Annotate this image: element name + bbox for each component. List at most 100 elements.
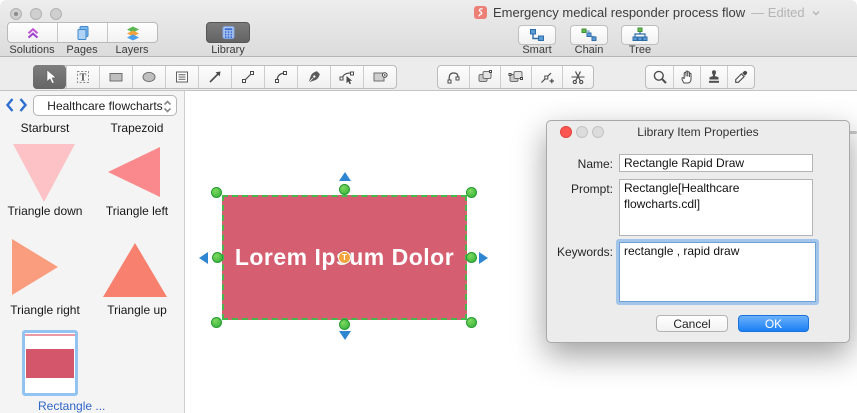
ellipse-tool[interactable]: [132, 66, 165, 88]
library-item-properties-dialog: Library Item Properties Name: Prompt: Re…: [546, 120, 850, 343]
title-dropdown-chevron-icon[interactable]: [811, 9, 821, 17]
back-chevron-icon[interactable]: [4, 94, 16, 116]
svg-text:T: T: [80, 73, 87, 84]
text-control-badge[interactable]: T: [338, 251, 351, 264]
library-icon: [221, 25, 236, 40]
textblock-tool[interactable]: [165, 66, 198, 88]
connect-arrow-up-icon[interactable]: [339, 172, 351, 181]
dialog-titlebar[interactable]: Library Item Properties: [547, 121, 849, 143]
arrow-tool[interactable]: [198, 66, 231, 88]
selection-handle-bottom-left[interactable]: [211, 317, 222, 328]
cancel-button-label: Cancel: [673, 316, 711, 331]
tree-connector-icon: [632, 27, 648, 43]
solutions-label: Solutions: [9, 44, 55, 56]
pages-button[interactable]: [57, 23, 107, 42]
stamp-tool[interactable]: [700, 66, 727, 88]
selection-handle-middle-left[interactable]: [212, 252, 223, 263]
selection-handle-middle-right[interactable]: [466, 252, 477, 263]
layers-label: Layers: [115, 44, 149, 56]
library-item-triangle-left-label[interactable]: Triangle left: [92, 204, 182, 218]
layers-button[interactable]: [107, 23, 157, 42]
selection-handle-top-middle[interactable]: [339, 184, 350, 195]
connect-arrow-down-icon[interactable]: [339, 331, 351, 340]
selection-handle-bottom-right[interactable]: [466, 317, 477, 328]
zoom-tool[interactable]: [646, 66, 673, 88]
library-item-triangle-right[interactable]: [12, 239, 58, 295]
document-icon: [474, 6, 487, 19]
pages-icon: [75, 25, 91, 41]
library-item-triangle-left[interactable]: [108, 147, 160, 197]
add-point-tool[interactable]: [531, 66, 562, 88]
text-tool[interactable]: T: [66, 66, 99, 88]
stencil-dropdown[interactable]: Healthcare flowcharts: [33, 95, 177, 116]
library-item-trapezoid-label[interactable]: Trapezoid: [92, 121, 182, 135]
selection-handle-bottom-middle[interactable]: [339, 319, 350, 330]
library-item-starburst-label[interactable]: Starburst: [0, 121, 90, 135]
prompt-label: Prompt:: [570, 182, 613, 196]
selection-handle-top-right[interactable]: [466, 187, 477, 198]
selection-handle-top-left[interactable]: [211, 187, 222, 198]
spline-tool[interactable]: [438, 66, 469, 88]
solutions-button[interactable]: [8, 23, 57, 42]
window-title-group: Emergency medical responder process flow…: [474, 5, 821, 20]
window-title: Emergency medical responder process flow: [493, 5, 746, 20]
ungroup-tool[interactable]: [500, 66, 531, 88]
dialog-title: Library Item Properties: [637, 125, 759, 139]
smart-connector-icon: [529, 27, 545, 43]
chain-connector-button[interactable]: [570, 25, 608, 45]
ok-button[interactable]: OK: [738, 315, 809, 332]
name-label: Name:: [577, 157, 613, 171]
library-item-triangle-down[interactable]: [13, 144, 75, 202]
library-item-rectangle-selected[interactable]: [22, 330, 78, 396]
rectangle-thumb-outline: [25, 334, 75, 336]
library-panel: Healthcare flowcharts Starburst Trapezoi…: [0, 91, 185, 413]
prompt-field[interactable]: Rectangle[Healthcare flowcharts.cdl]: [619, 179, 813, 236]
tree-connector-button[interactable]: [621, 25, 659, 45]
split-tool[interactable]: [562, 66, 593, 88]
dropdown-stepper-icon: [162, 99, 173, 114]
stencil-dropdown-value: Healthcare flowcharts: [47, 98, 163, 113]
node-edit-tool[interactable]: [330, 66, 363, 88]
library-item-triangle-up[interactable]: [103, 243, 167, 297]
eyedropper-tool[interactable]: [727, 66, 754, 88]
pointer-tool[interactable]: [33, 65, 66, 89]
keywords-field[interactable]: rectangle , rapid draw: [619, 242, 816, 302]
drawing-toolbar: T: [0, 57, 857, 140]
library-item-triangle-down-label[interactable]: Triangle down: [0, 204, 90, 218]
forward-chevron-icon[interactable]: [17, 94, 29, 116]
rectangle-thumb-shape: [26, 349, 74, 378]
titlebar: Solutions Pages Layers Library Emergency…: [0, 0, 857, 57]
library-item-triangle-up-label[interactable]: Triangle up: [92, 303, 182, 317]
smart-connector-button[interactable]: [518, 25, 556, 45]
close-button[interactable]: [10, 8, 22, 20]
library-item-triangle-right-label[interactable]: Triangle right: [0, 303, 90, 317]
connect-arrow-right-icon[interactable]: [479, 252, 488, 264]
app-window: Solutions Pages Layers Library Emergency…: [0, 0, 857, 413]
chain-connector-icon: [581, 27, 597, 43]
group-tool[interactable]: [469, 66, 500, 88]
chain-label: Chain: [574, 44, 604, 56]
arc-tool[interactable]: [264, 66, 297, 88]
connect-arrow-left-icon[interactable]: [199, 252, 208, 264]
window-title-edited: — Edited: [751, 5, 805, 20]
cancel-button[interactable]: Cancel: [656, 315, 728, 332]
rectangle-tool[interactable]: [99, 66, 132, 88]
zoom-window-button[interactable]: [50, 8, 62, 20]
pages-label: Pages: [66, 44, 98, 56]
library-item-rectangle-label[interactable]: Rectangle ...: [38, 399, 105, 413]
pan-tool[interactable]: [673, 66, 700, 88]
hotspot-tool[interactable]: [363, 66, 396, 88]
panel-switcher: [7, 22, 158, 43]
line-tool[interactable]: [231, 66, 264, 88]
library-label: Library: [211, 44, 245, 56]
name-field[interactable]: [619, 154, 813, 172]
tree-label: Tree: [628, 44, 652, 56]
minimize-button[interactable]: [30, 8, 42, 20]
ok-button-label: OK: [764, 316, 783, 331]
library-button[interactable]: [206, 22, 250, 43]
layers-icon: [125, 25, 141, 41]
keywords-label: Keywords:: [556, 245, 613, 259]
solutions-icon: [25, 25, 41, 41]
pen-tool[interactable]: [297, 66, 330, 88]
smart-label: Smart: [522, 44, 552, 56]
